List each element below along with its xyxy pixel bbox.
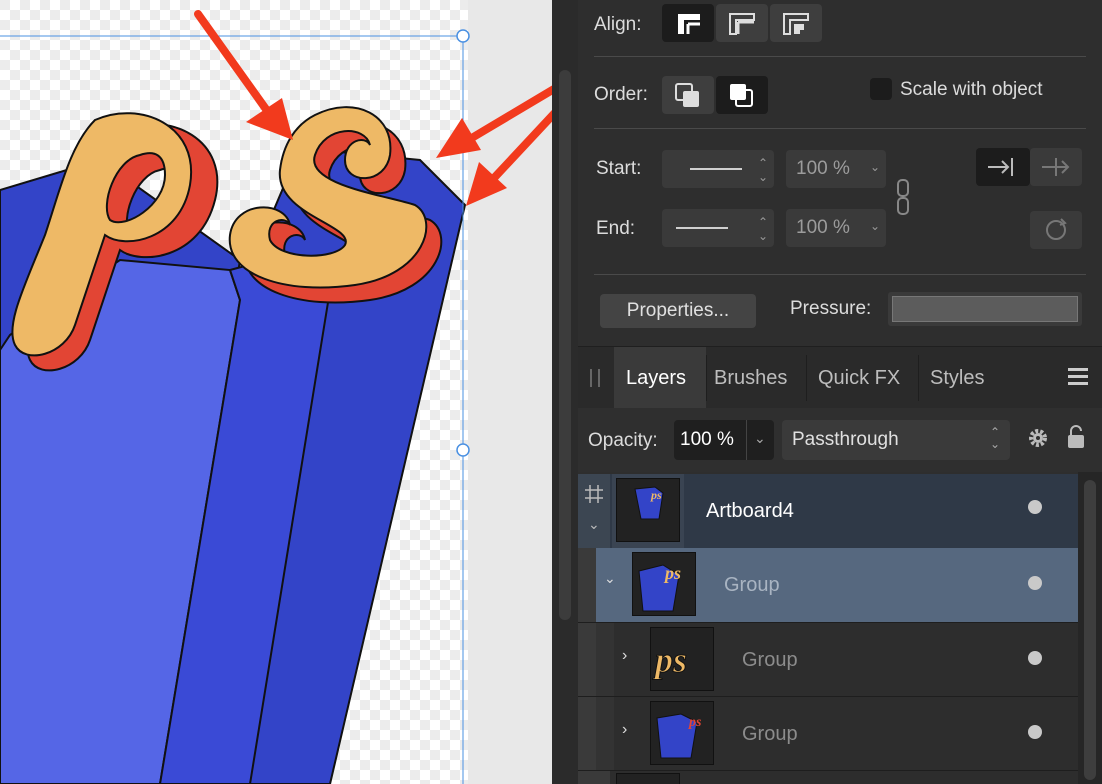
blend-mode-select[interactable]: Passthrough ⌃ ⌄ xyxy=(782,420,1010,460)
end-arrowhead-select[interactable]: ⌃ ⌄ xyxy=(662,209,774,247)
resize-handle-top-right xyxy=(456,29,470,43)
layer-name: Group xyxy=(742,649,798,671)
tab-styles[interactable]: Styles xyxy=(930,367,984,390)
layer-thumbnail: ps xyxy=(616,478,680,542)
arrow-to-line-icon xyxy=(988,158,1013,176)
canvas-scrollbar-thumb[interactable] xyxy=(559,70,571,620)
document-canvas[interactable] xyxy=(0,0,552,784)
chevron-right-icon[interactable]: › xyxy=(622,647,627,665)
gear-icon[interactable] xyxy=(1026,426,1050,450)
line-style-preview xyxy=(690,168,742,170)
order-front-icon xyxy=(730,84,753,107)
refresh-icon xyxy=(1046,218,1067,240)
align-outside-icon xyxy=(783,13,809,35)
start-arrowhead-select[interactable]: ⌃ ⌄ xyxy=(662,150,774,188)
svg-text:ps: ps xyxy=(650,488,662,502)
scale-with-object-checkbox[interactable] xyxy=(870,78,892,100)
layers-panel-tabs: Layers Brushes Quick FX Styles xyxy=(578,346,1102,409)
end-label: End: xyxy=(596,218,636,239)
grid-icon xyxy=(585,485,603,503)
canvas-scrollbar[interactable] xyxy=(552,0,578,784)
tab-layers[interactable]: Layers xyxy=(626,367,686,390)
chevron-down-icon: ⌄ xyxy=(869,219,880,233)
right-panel: Align: Order: Scale with object Start: ⌃… xyxy=(578,0,1102,784)
visibility-dot-icon[interactable] xyxy=(1028,500,1042,514)
opacity-label: Opacity: xyxy=(588,430,658,451)
layer-row[interactable]: › ps Group xyxy=(578,622,1078,697)
resize-handle-right xyxy=(456,443,470,457)
layer-row-selected[interactable]: ⌄ ps Group xyxy=(578,548,1078,622)
align-inside-icon xyxy=(678,14,700,34)
svg-text:ps: ps xyxy=(663,563,681,583)
chevron-down-icon[interactable]: ⌄ xyxy=(604,570,616,587)
pressure-label: Pressure: xyxy=(790,298,872,319)
layers-scrollbar-thumb[interactable] xyxy=(1084,480,1096,780)
align-label: Align: xyxy=(594,14,642,35)
stepper-icon: ⌃ ⌄ xyxy=(757,156,768,184)
layers-scrollbar[interactable] xyxy=(1078,472,1102,784)
align-outside-button[interactable] xyxy=(770,4,822,42)
align-center-button[interactable] xyxy=(716,4,768,42)
visibility-dot-icon[interactable] xyxy=(1028,725,1042,739)
layer-name: Artboard4 xyxy=(706,500,794,522)
start-percent-field[interactable]: 100 % ⌄ xyxy=(786,150,886,188)
hamburger-menu-icon[interactable] xyxy=(1068,367,1090,387)
order-behind-fill-button[interactable] xyxy=(662,76,714,114)
visibility-dot-icon[interactable] xyxy=(1028,576,1042,590)
artwork[interactable] xyxy=(0,0,552,784)
opacity-field[interactable]: 100 % ⌄ xyxy=(674,420,774,460)
swap-arrowheads-button[interactable] xyxy=(1030,211,1082,249)
lock-icon[interactable] xyxy=(1066,424,1086,450)
layer-row[interactable]: › ps Group xyxy=(578,696,1078,771)
layer-row[interactable]: ⌄ ps Artboard4 xyxy=(578,474,1078,548)
order-in-front-button[interactable] xyxy=(716,76,768,114)
order-behind-icon xyxy=(675,83,699,107)
chevron-right-icon[interactable]: › xyxy=(622,721,627,739)
properties-button[interactable]: Properties... xyxy=(600,294,756,328)
visibility-dot-icon[interactable] xyxy=(1028,651,1042,665)
layer-opacity-row: Opacity: 100 % ⌄ Passthrough ⌃ ⌄ xyxy=(578,408,1102,472)
arrow-through-line-icon xyxy=(1042,158,1070,176)
arrowhead-position-outside-button[interactable] xyxy=(1030,148,1082,186)
svg-text:ps: ps xyxy=(688,715,702,730)
layer-row[interactable] xyxy=(578,770,1078,784)
arrowhead-position-inside-button[interactable] xyxy=(976,148,1030,186)
panel-grip-icon[interactable] xyxy=(590,369,600,387)
layer-thumbnail: ps xyxy=(650,627,714,691)
align-center-icon xyxy=(729,13,755,35)
tab-brushes[interactable]: Brushes xyxy=(714,367,787,390)
scale-with-object-label: Scale with object xyxy=(900,79,1043,100)
stepper-icon: ⌃ ⌄ xyxy=(989,425,1000,451)
order-label: Order: xyxy=(594,84,648,105)
start-label: Start: xyxy=(596,158,642,179)
layer-name: Group xyxy=(724,574,780,596)
tab-quick-fx[interactable]: Quick FX xyxy=(818,367,900,390)
svg-text:ps: ps xyxy=(652,640,687,680)
align-inside-button[interactable] xyxy=(662,4,714,42)
stepper-icon: ⌃ ⌄ xyxy=(757,215,768,243)
chevron-down-icon: ⌄ xyxy=(754,430,766,446)
layer-thumbnail: ps xyxy=(650,701,714,765)
chevron-down-icon[interactable]: ⌄ xyxy=(588,516,600,533)
line-style-preview xyxy=(676,227,728,229)
chain-link-icon[interactable] xyxy=(894,178,914,218)
pressure-graph[interactable] xyxy=(888,292,1082,326)
end-percent-field[interactable]: 100 % ⌄ xyxy=(786,209,886,247)
layer-name: Group xyxy=(742,723,798,745)
layer-thumbnail: ps xyxy=(632,552,696,616)
chevron-down-icon: ⌄ xyxy=(869,160,880,174)
